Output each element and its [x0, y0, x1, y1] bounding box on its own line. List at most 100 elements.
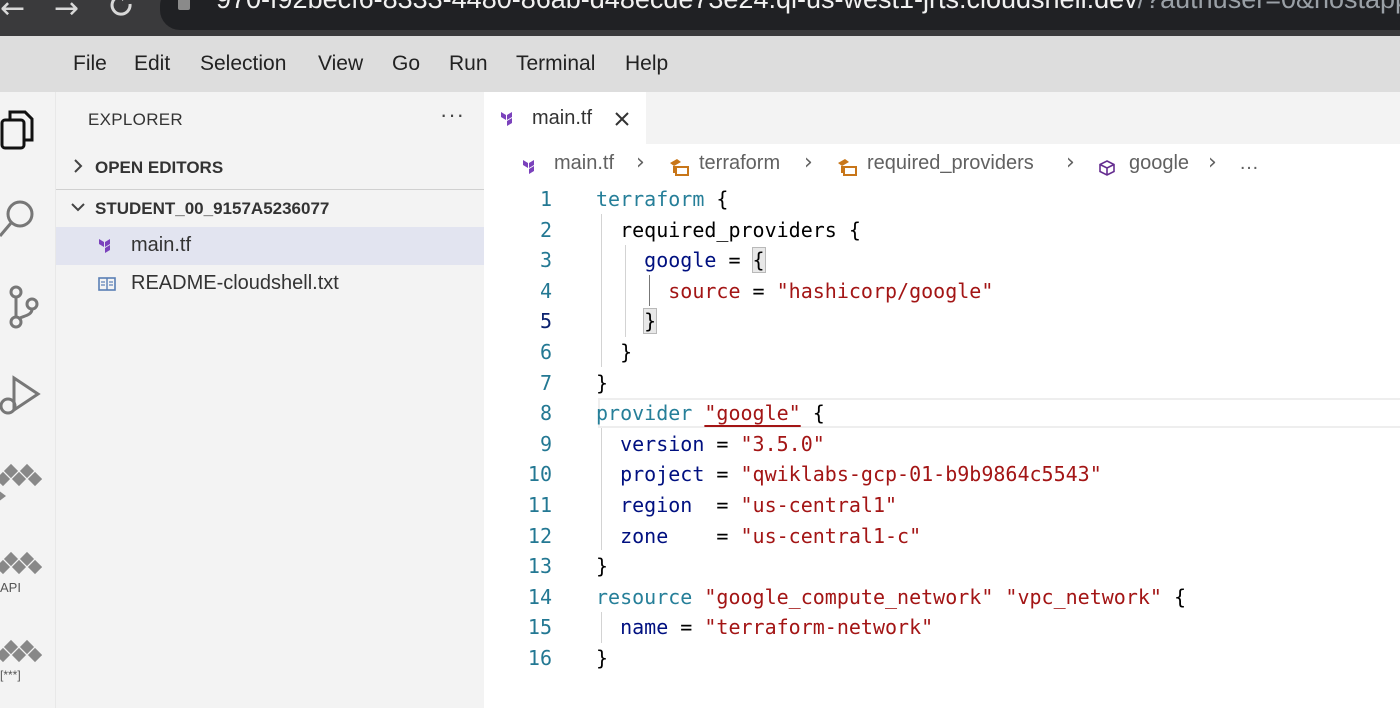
code-text: { [800, 401, 825, 426]
breadcrumb-required-providers[interactable]: required_providers [867, 152, 1034, 175]
menu-view[interactable]: View [318, 52, 363, 76]
code-text: required_providers { [596, 217, 861, 242]
workspace-section[interactable]: STUDENT_00_9157A5236077 [56, 190, 484, 228]
code-line: 13 } [484, 551, 1400, 582]
menu-file[interactable]: File [73, 52, 107, 76]
code-line: 7 } [484, 368, 1400, 399]
code-string: "google" [704, 401, 801, 426]
code-text: = [692, 493, 741, 517]
workspace-label: STUDENT_00_9157A5236077 [95, 199, 330, 218]
file-name: README-cloudshell.txt [131, 272, 339, 294]
back-arrow-icon[interactable]: ← [0, 0, 25, 24]
line-number: 12 [527, 523, 552, 548]
line-number: 10 [527, 462, 552, 487]
secret-label: [***] [0, 668, 21, 682]
chevron-right-icon [74, 159, 83, 173]
address-bar[interactable]: 970-f92becf6-8333-4480-86ab-d48ecde73e24… [160, 0, 1400, 30]
editor-area: main.tf main.tf › terraform › required_p… [484, 92, 1400, 708]
book-icon [98, 277, 116, 291]
browser-toolbar: ← → 970-f92becf6-8333-4480-86ab-d48ecde7… [0, 0, 1400, 36]
url-host: 970-f92becf6-8333-4480-86ab-d48ecde73e24… [216, 0, 1138, 14]
terraform-icon [501, 112, 512, 126]
code-string: "hashicorp/google" [776, 278, 994, 303]
line-number: 14 [527, 584, 552, 609]
code-text: = [704, 431, 741, 456]
source-control-icon[interactable] [0, 282, 42, 332]
breadcrumb-more[interactable]: … [1239, 152, 1259, 175]
run-debug-icon[interactable] [0, 370, 42, 420]
lock-icon [178, 0, 190, 10]
code-line: 1 terraform { [484, 184, 1400, 215]
code-string: "us-central1" [740, 493, 898, 517]
menu-terminal[interactable]: Terminal [516, 52, 595, 76]
code-line: 8 provider "google" { [484, 398, 1400, 429]
close-icon[interactable] [612, 109, 632, 129]
symbol-object-icon [670, 159, 689, 176]
breadcrumb: main.tf › terraform › required_providers… [484, 148, 1400, 184]
tab-main-tf[interactable]: main.tf [484, 92, 646, 144]
file-item-readme[interactable]: README-cloudshell.txt [56, 265, 484, 303]
code-string: "us-central1-c" [740, 523, 922, 548]
line-number: 1 [539, 187, 552, 211]
breadcrumb-google[interactable]: google [1129, 152, 1189, 175]
breadcrumb-separator-icon: › [804, 150, 813, 175]
line-number: 16 [527, 646, 552, 670]
matched-brace: { [751, 247, 766, 274]
code-attribute: region [620, 493, 693, 517]
code-line: 12 zone = "us-central1-c" [484, 521, 1400, 552]
tab-strip: main.tf [484, 92, 1400, 144]
code-text: } [596, 646, 609, 670]
matched-brace: } [643, 308, 658, 335]
more-actions-icon[interactable]: ··· [440, 102, 465, 128]
code-line: 4 source = "hashicorp/google" [484, 276, 1400, 307]
breadcrumb-separator-icon: › [636, 150, 645, 175]
explorer-sidebar: EXPLORER ··· OPEN EDITORS STUDENT_00_915… [56, 92, 484, 708]
files-icon[interactable] [0, 104, 42, 154]
forward-arrow-icon[interactable]: → [54, 0, 79, 24]
url-query: /?authuser=0&hostappu [1138, 0, 1400, 14]
code-keyword: resource [596, 584, 693, 609]
code-attribute: zone [620, 523, 669, 548]
line-number: 13 [527, 554, 552, 579]
code-text: { [1161, 584, 1187, 609]
code-attribute: google [644, 248, 717, 273]
code-line: 10 project = "qwiklabs-gcp-01-b9b9864c55… [484, 459, 1400, 490]
menu-help[interactable]: Help [625, 52, 668, 76]
code-text: } [596, 370, 609, 395]
cloud-code-icon[interactable] [0, 460, 42, 510]
reload-icon[interactable] [108, 0, 136, 20]
breadcrumb-terraform[interactable]: terraform [699, 152, 780, 175]
menu-bar: File Edit Selection View Go Run Terminal… [0, 36, 1400, 92]
menu-run[interactable]: Run [449, 52, 488, 76]
code-string: "vpc_network" [1005, 584, 1162, 609]
code-editor[interactable]: 1 terraform { 2 required_providers { 3 g… [484, 184, 1400, 708]
explorer-title: EXPLORER [88, 110, 183, 129]
terraform-icon [99, 239, 110, 253]
code-line: 14 resource "google_compute_network" "vp… [484, 582, 1400, 613]
code-line: 3 google = { [484, 245, 1400, 276]
search-icon[interactable] [0, 192, 42, 242]
line-number: 9 [539, 431, 552, 456]
breadcrumb-separator-icon: › [1066, 150, 1075, 175]
file-item-main-tf[interactable]: main.tf [56, 227, 484, 265]
menu-selection[interactable]: Selection [200, 52, 286, 76]
code-attribute: source [668, 278, 741, 303]
line-number: 11 [527, 493, 552, 517]
breadcrumb-file[interactable]: main.tf [554, 152, 614, 175]
menu-edit[interactable]: Edit [134, 52, 170, 76]
menu-go[interactable]: Go [392, 52, 420, 76]
tab-label: main.tf [532, 107, 593, 129]
code-line: 6 } [484, 337, 1400, 368]
code-attribute: project [620, 462, 705, 487]
code-text: = [704, 462, 741, 487]
code-string: "3.5.0" [740, 431, 825, 456]
line-number: 4 [539, 278, 552, 303]
open-editors-section[interactable]: OPEN EDITORS [56, 149, 484, 187]
code-text: } [596, 554, 609, 579]
open-editors-label: OPEN EDITORS [95, 158, 224, 177]
